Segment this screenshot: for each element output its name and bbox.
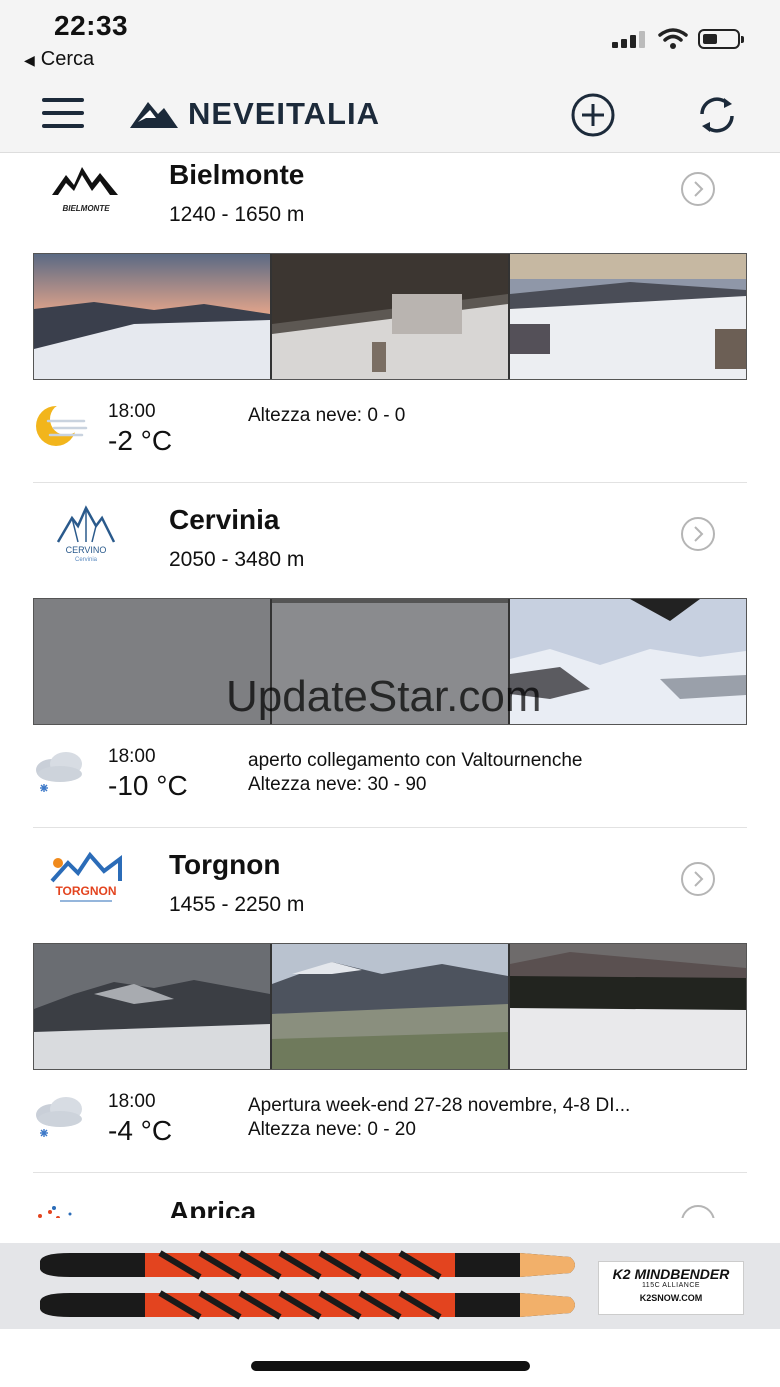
status-time: 22:33: [54, 10, 129, 41]
back-to-search-link[interactable]: ◀ Cerca: [24, 48, 94, 71]
temperature: -10 °C: [108, 770, 188, 801]
resort-card[interactable]: CERVINO Cervinia Cervinia 2050 - 3480 m: [0, 498, 780, 843]
forecast-time: 18:00: [108, 1091, 156, 1112]
app-name: NEVEITALIA: [188, 96, 380, 131]
app-logo: NEVEITALIA: [128, 96, 380, 132]
cervino-logo-subtext: Cervinia: [75, 557, 98, 563]
resort-altitude: 1240 - 1650 m: [169, 203, 305, 226]
cervino-logo-icon: CERVINO Cervinia: [56, 505, 116, 563]
divider: [33, 827, 747, 828]
back-arrow-icon: ◀: [24, 52, 35, 68]
resort-info-line: Altezza neve: 0 - 20: [248, 1119, 416, 1140]
resort-name: Cervinia: [169, 504, 280, 535]
bielmonte-logo-icon: BIELMONTE: [52, 167, 118, 213]
home-indicator[interactable]: [251, 1361, 530, 1371]
mountain-logo-icon: [130, 102, 178, 128]
resort-card[interactable]: TORGNON Torgnon 1455 - 2250 m 18:00 -4 °…: [0, 843, 780, 1188]
resort-info-line: aperto collegamento con Valtournenche: [248, 750, 583, 771]
wifi-icon: [658, 28, 688, 49]
resort-info-line: Altezza neve: 30 - 90: [248, 774, 427, 795]
back-label: Cerca: [40, 48, 95, 70]
webcam-image[interactable]: [272, 254, 510, 379]
resort-list[interactable]: BIELMONTE Bielmonte 1240 - 1650 m 18:00 …: [0, 153, 780, 1218]
webcam-strip: [33, 943, 747, 1070]
hamburger-menu-icon[interactable]: [42, 96, 84, 130]
status-bar: 22:33 ◀ Cerca: [0, 0, 780, 80]
webcam-image[interactable]: [34, 944, 272, 1069]
resort-info-line: Altezza neve: 0 - 0: [248, 405, 406, 426]
webcam-image[interactable]: [34, 599, 272, 724]
resort-info-line: Apertura week-end 27-28 novembre, 4-8 DI…: [248, 1095, 631, 1116]
resort-card[interactable]: Aprica: [0, 1188, 780, 1218]
resort-altitude: 1455 - 2250 m: [169, 893, 305, 916]
webcam-image[interactable]: [510, 944, 746, 1069]
divider: [33, 482, 747, 483]
chevron-right-icon[interactable]: [680, 171, 716, 207]
battery-icon: [698, 29, 744, 49]
torgnon-logo-text: TORGNON: [55, 884, 116, 898]
chevron-right-icon[interactable]: [680, 516, 716, 552]
torgnon-logo-icon: TORGNON: [50, 851, 122, 902]
temperature: -2 °C: [108, 425, 173, 456]
webcam-strip: [33, 598, 747, 725]
webcam-image[interactable]: [510, 599, 746, 724]
resort-card[interactable]: BIELMONTE Bielmonte 1240 - 1650 m 18:00 …: [0, 153, 780, 498]
bielmonte-logo-text: BIELMONTE: [62, 204, 110, 213]
aprica-logo-icon: [38, 1206, 72, 1218]
webcam-image[interactable]: [272, 599, 510, 724]
ad-site: K2SNOW.COM: [639, 1293, 703, 1303]
plus-circle-icon[interactable]: [570, 92, 616, 138]
cellular-signal-icon: [612, 30, 648, 48]
resort-name: Aprica: [169, 1196, 257, 1218]
divider: [33, 1172, 747, 1173]
forecast-time: 18:00: [108, 401, 156, 422]
webcam-image[interactable]: [34, 254, 272, 379]
webcam-strip: [33, 253, 747, 380]
chevron-right-icon[interactable]: [680, 861, 716, 897]
webcam-image[interactable]: [272, 944, 510, 1069]
resort-name: Torgnon: [169, 849, 281, 880]
ad-brand-box: K2 MINDBENDER 115C ALLIANCE K2SNOW.COM: [598, 1261, 744, 1315]
temperature: -4 °C: [108, 1115, 173, 1146]
refresh-icon[interactable]: [694, 92, 740, 138]
resort-altitude: 2050 - 3480 m: [169, 548, 305, 571]
forecast-time: 18:00: [108, 746, 156, 767]
ad-banner[interactable]: K2 MINDBENDER 115C ALLIANCE K2SNOW.COM: [0, 1243, 780, 1329]
ad-product-name: 115C ALLIANCE: [641, 1282, 701, 1289]
webcam-image[interactable]: [510, 254, 746, 379]
app-header: NEVEITALIA: [0, 80, 780, 153]
chevron-right-icon[interactable]: [680, 1204, 716, 1218]
ad-brand-name: K2 MINDBENDER: [612, 1266, 730, 1282]
snow-cloud-icon: [36, 1097, 82, 1137]
cervino-logo-text: CERVINO: [66, 545, 107, 555]
snow-cloud-icon: [36, 752, 82, 792]
resort-name: Bielmonte: [169, 159, 305, 190]
moon-haze-icon: [36, 403, 88, 446]
